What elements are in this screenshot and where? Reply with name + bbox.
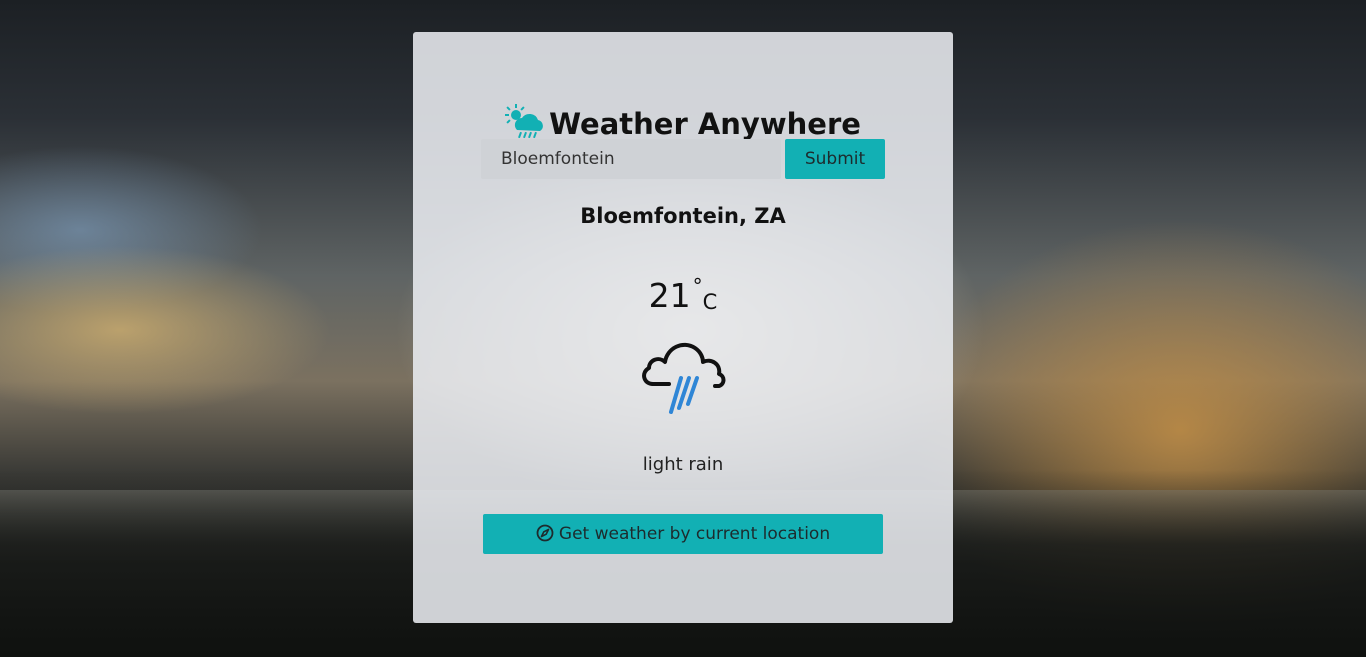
submit-button[interactable]: Submit	[785, 139, 885, 179]
temperature-unit: C	[702, 290, 718, 314]
cloud-rain-icon	[642, 342, 726, 414]
temperature-value: 21	[648, 276, 691, 315]
app-title: Weather Anywhere	[549, 107, 861, 141]
weather-card: Weather Anywhere Submit Bloemfontein, ZA…	[413, 32, 953, 623]
weather-description: light rain	[642, 454, 724, 475]
compass-icon	[536, 524, 554, 542]
app-header: Weather Anywhere	[413, 104, 953, 144]
location-name: Bloemfontein, ZA	[580, 204, 786, 228]
cloud-sun-rain-icon	[505, 104, 543, 139]
degree-symbol: °	[692, 274, 703, 298]
current-location-button[interactable]: Get weather by current location	[483, 514, 883, 554]
temperature-display: 21 °C	[413, 264, 953, 324]
current-location-label: Get weather by current location	[558, 524, 831, 544]
city-search-input[interactable]	[481, 139, 781, 179]
